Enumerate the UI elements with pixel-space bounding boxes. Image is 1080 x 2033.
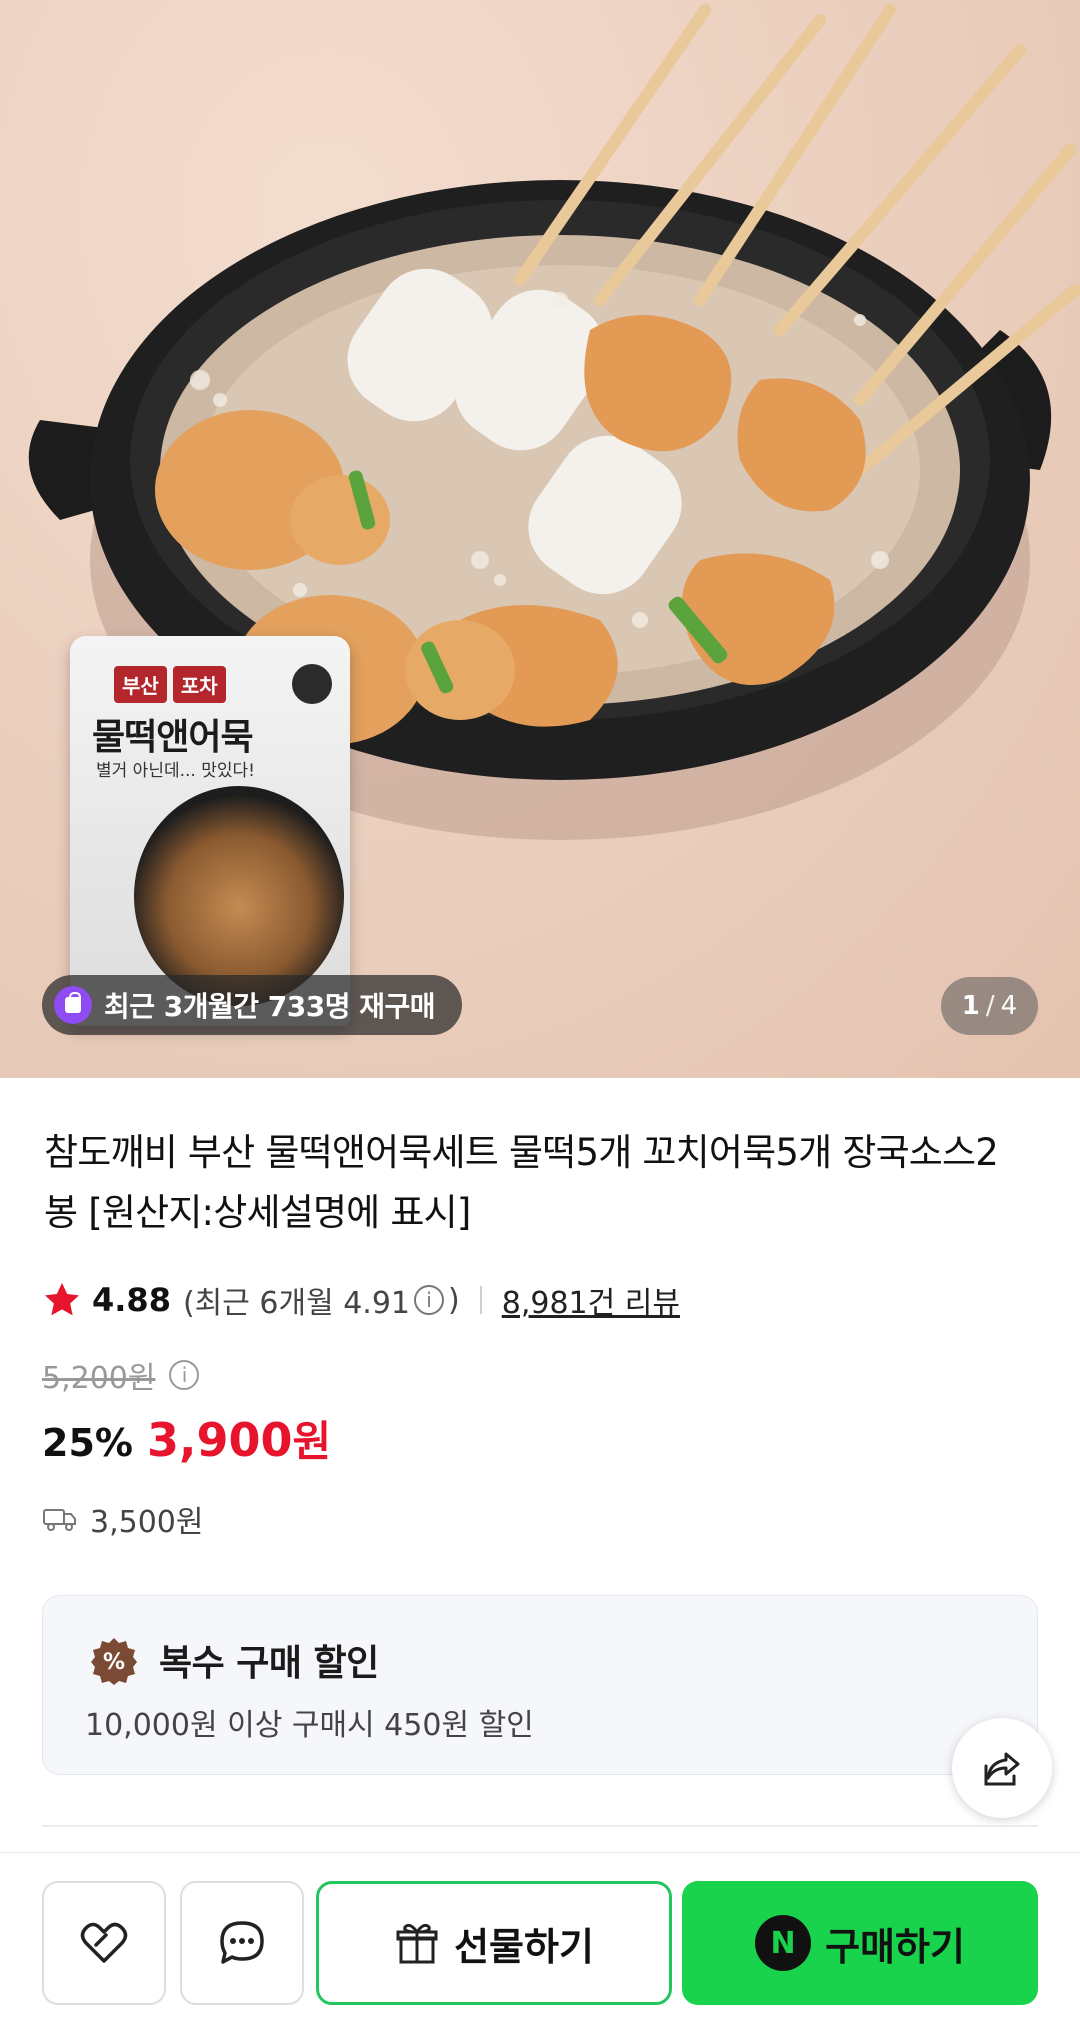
info-icon[interactable]: i [414,1285,445,1315]
original-price-row: 5,200원 i [42,1353,203,1397]
truck-icon [43,1509,76,1531]
discount-badge-icon: % [91,1638,137,1685]
pager-total: 4 [1000,991,1018,1021]
package-brand-right: 포차 [172,666,226,703]
package-brand: 부산 포차 [114,666,226,703]
naver-pay-icon: N [755,1915,812,1971]
sale-price-row: 25% 3,900 원 [42,1408,331,1469]
bulk-discount-title: 복수 구매 할인 [159,1643,379,1684]
buy-button-label: 구매하기 [825,1924,965,1969]
pager-separator: / [985,991,995,1021]
wishlist-heart-icon [80,1922,128,1963]
section-divider [42,1825,1038,1827]
repurchase-bag-icon [54,986,92,1024]
package-title: 물떡앤어묵 [92,717,254,758]
discount-rate: 25% [42,1421,133,1465]
bulk-discount-description: 10,000원 이상 구매시 450원 할인 [85,1708,534,1743]
price-info-icon[interactable]: i [169,1360,200,1390]
bulk-discount-card[interactable]: % 복수 구매 할인 10,000원 이상 구매시 450원 할인 [42,1595,1038,1775]
svg-text:%: % [103,1650,125,1675]
product-package-image: 부산 포차 물떡앤어묵 별거 아닌데... 맛있다! [70,636,350,1026]
package-subtitle: 별거 아닌데... 맛있다! [96,761,255,781]
sale-price: 3,900 [146,1413,293,1467]
recent-rating-close: ) [448,1282,460,1318]
gift-icon [396,1923,438,1964]
package-bowl-photo [134,786,344,1006]
shipping-row: 3,500원 [42,1497,203,1541]
image-pager: 1 / 4 [941,977,1038,1035]
share-button[interactable] [952,1718,1052,1818]
shipping-fee: 3,500원 [90,1505,204,1540]
wishlist-button[interactable] [42,1881,166,2005]
review-count-link[interactable]: 8,981건 리뷰 [502,1278,680,1322]
bottom-action-bar: 선물하기 N 구매하기 [0,1852,1080,2033]
gift-button-label: 선물하기 [454,1924,594,1969]
rating-score: 4.88 [92,1281,171,1319]
repurchase-badge-text: 최근 3개월간 733명 재구매 [104,990,436,1023]
pager-current: 1 [961,991,980,1021]
product-title: 참도깨비 부산 물떡앤어묵세트 물떡5개 꼬치어묵5개 장국소스2봉 [원산지:… [44,1131,999,1234]
repurchase-badge: 최근 3개월간 733명 재구매 [42,975,462,1035]
rating-row: 4.88 (최근 6개월 4.91 i ) 8,981건 리뷰 [42,1275,680,1325]
gift-button[interactable]: 선물하기 [316,1881,672,2005]
original-price: 5,200원 [42,1361,156,1396]
sale-price-unit: 원 [292,1417,332,1466]
recent-rating-label: (최근 6개월 4.91 [182,1286,411,1321]
product-image-carousel[interactable]: 부산 포차 물떡앤어묵 별거 아닌데... 맛있다! 최근 3개월간 733명 … [0,0,1080,1078]
divider-bar [479,1286,482,1314]
star-icon [45,1283,79,1316]
chat-button[interactable] [180,1881,304,2005]
package-brand-left: 부산 [114,666,167,703]
package-logo-icon [292,664,332,704]
chat-bubble-icon [220,1921,264,1964]
share-icon [984,1752,1020,1786]
recent-rating: (최근 6개월 4.91 i ) [183,1278,460,1322]
buy-button[interactable]: N 구매하기 [682,1881,1038,2005]
